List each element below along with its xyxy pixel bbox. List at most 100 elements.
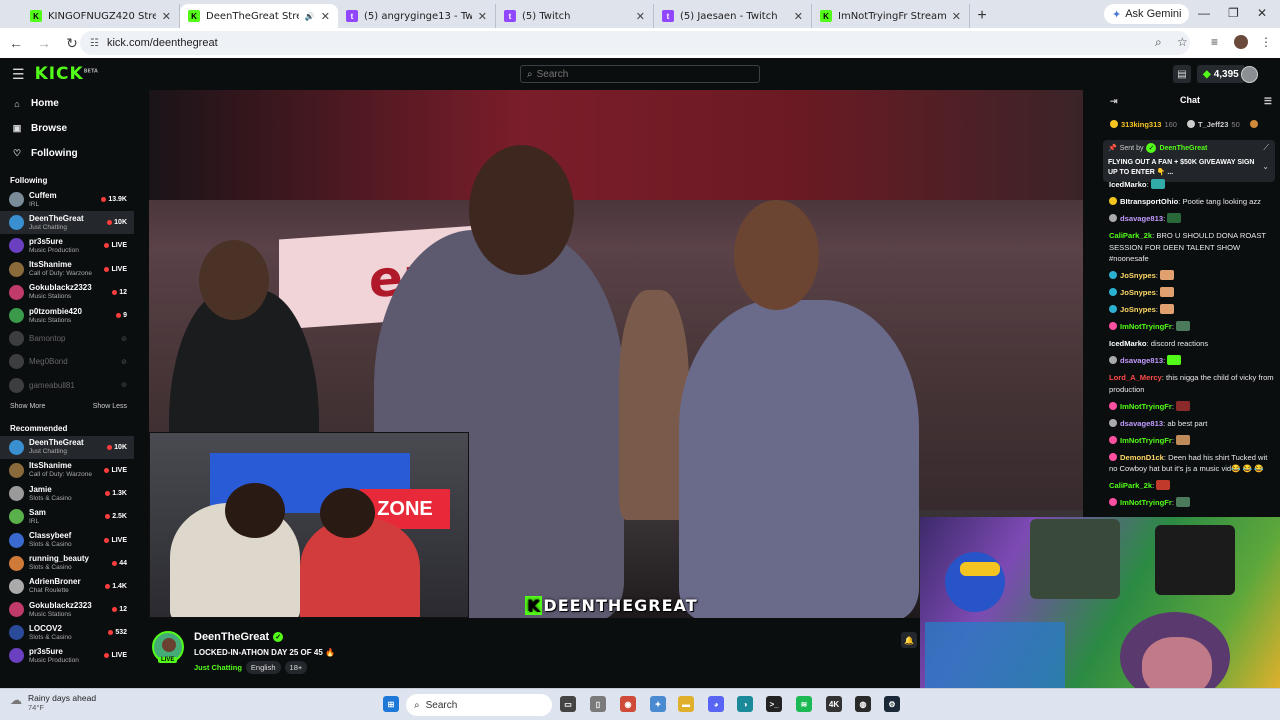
- minimize-icon[interactable]: —: [1198, 6, 1210, 20]
- close-tab-icon[interactable]: ✕: [162, 10, 171, 23]
- chat-username[interactable]: dsavage813: [1120, 214, 1163, 223]
- pinned-message[interactable]: 📌 Sent by ✓ DeenTheGreat FLYING OUT A FAN +…: [1103, 140, 1275, 182]
- channel-item[interactable]: Meg0Bond ⊘: [0, 350, 134, 373]
- chat-username[interactable]: JoSnypes: [1120, 305, 1156, 314]
- start-icon[interactable]: ⊞: [383, 696, 399, 712]
- terminal-icon[interactable]: >_: [766, 696, 782, 712]
- taskbar-search[interactable]: ⌕ Search: [406, 694, 552, 716]
- chat-username[interactable]: IcedMarko: [1109, 339, 1147, 348]
- channel-item[interactable]: Bamontop ⊘: [0, 327, 134, 350]
- new-tab-button[interactable]: +: [970, 7, 994, 25]
- channel-item[interactable]: p0tzombie420 Music Stations 9: [0, 304, 134, 327]
- close-tab-icon[interactable]: ✕: [478, 10, 487, 23]
- restore-icon[interactable]: ❐: [1228, 6, 1239, 20]
- search-bar[interactable]: ⌕: [520, 65, 760, 83]
- chat-username[interactable]: ImNotTryingFr: [1120, 322, 1172, 331]
- gifter-item[interactable]: T_Jeff23 50: [1186, 120, 1240, 129]
- copilot-icon[interactable]: ✦: [650, 696, 666, 712]
- channel-name[interactable]: DeenTheGreat: [194, 631, 269, 643]
- channel-item[interactable]: Sam IRL 2.5K: [0, 505, 134, 528]
- taskview-icon[interactable]: ▭: [560, 696, 576, 712]
- spotify-icon[interactable]: ≋: [796, 696, 812, 712]
- channel-item[interactable]: ItsShanime Call of Duty: Warzone LIVE: [0, 459, 134, 482]
- browser-tab[interactable]: K KINGOFNUGZ420 Stream - Wa ✕: [22, 4, 180, 28]
- channel-item[interactable]: Jamie Slots & Casino 1.3K: [0, 482, 134, 505]
- chat-username[interactable]: DemonD1ck: [1120, 453, 1164, 462]
- close-tab-icon[interactable]: ✕: [321, 10, 330, 23]
- back-icon[interactable]: ←: [4, 35, 28, 51]
- browser-tab[interactable]: t (5) angryginge13 - Twitch ✕: [338, 4, 496, 28]
- close-tab-icon[interactable]: ✕: [794, 10, 803, 23]
- chat-username[interactable]: CaliPark_2k: [1109, 481, 1152, 490]
- audio-icon[interactable]: 🔊: [305, 12, 315, 21]
- channel-item[interactable]: LOCOV2 Slots & Casino 532: [0, 621, 134, 644]
- channel-item[interactable]: gameabull81 ⊘: [0, 374, 134, 397]
- channel-item[interactable]: DeenTheGreat Just Chatting 10K: [0, 435, 134, 459]
- explorer-icon[interactable]: ▬: [678, 696, 694, 712]
- kick-logo[interactable]: KICKBETA: [35, 64, 98, 84]
- chat-username[interactable]: dsavage813: [1120, 356, 1163, 365]
- browser-tab[interactable]: t (5) Jaesaen - Twitch ✕: [654, 4, 812, 28]
- steam-icon[interactable]: ⚙: [884, 696, 900, 712]
- channel-item[interactable]: Gokublackz2323 Music Stations 12: [0, 281, 134, 304]
- channel-item[interactable]: pr3s5ure Music Production LIVE: [0, 234, 134, 257]
- browser-tab[interactable]: K DeenTheGreat Stream - Wa 🔊 ✕: [180, 4, 338, 28]
- channel-item[interactable]: Classybeef Slots & Casino LIVE: [0, 528, 134, 551]
- reading-list-icon[interactable]: ≡: [1211, 35, 1218, 49]
- channel-item[interactable]: Gokublackz2323 Music Stations 12: [0, 598, 134, 621]
- channel-item[interactable]: Cuffem IRL 13.9K: [0, 188, 134, 211]
- file-icon[interactable]: ▯: [590, 696, 606, 712]
- site-info-icon[interactable]: ☷: [90, 38, 99, 49]
- weather-widget[interactable]: ☁ Rainy days ahead 74°F: [10, 693, 96, 713]
- browser-tab[interactable]: K ImNotTryingFr Stream - Watch ✕: [812, 4, 970, 28]
- ask-gemini-button[interactable]: ✦ Ask Gemini: [1104, 4, 1190, 24]
- chat-users-icon[interactable]: ☰: [1264, 96, 1272, 107]
- unpin-icon[interactable]: ⟋: [1263, 143, 1269, 153]
- chat-username[interactable]: Lord_A_Mercy: [1109, 373, 1162, 382]
- 4k-icon[interactable]: 4K: [826, 696, 842, 712]
- chrome-icon[interactable]: ◉: [620, 696, 636, 712]
- bookmark-star-icon[interactable]: ☆: [1177, 35, 1188, 49]
- channel-item[interactable]: running_beauty Slots & Casino 44: [0, 552, 134, 575]
- close-tab-icon[interactable]: ✕: [636, 10, 645, 23]
- chat-username[interactable]: JoSnypes: [1120, 271, 1156, 280]
- nav-following[interactable]: ♡ Following: [0, 141, 134, 166]
- collapse-chat-icon[interactable]: ⇥: [1110, 96, 1118, 107]
- notification-bell-icon[interactable]: 🔔: [901, 632, 917, 648]
- channel-item[interactable]: DeenTheGreat Just Chatting 10K: [0, 211, 134, 235]
- show-less-button[interactable]: Show Less: [93, 403, 127, 410]
- browser-tab[interactable]: t (5) Twitch ✕: [496, 4, 654, 28]
- edge-icon[interactable]: ◑: [737, 696, 753, 712]
- stream-manager-icon[interactable]: ▤: [1173, 65, 1191, 83]
- nav-home[interactable]: ⌂ Home: [0, 91, 134, 116]
- user-avatar[interactable]: [1241, 66, 1258, 83]
- forward-icon[interactable]: →: [32, 35, 56, 51]
- close-window-icon[interactable]: ✕: [1257, 6, 1267, 20]
- hamburger-menu-icon[interactable]: ☰: [12, 66, 25, 83]
- tag-language[interactable]: English: [245, 661, 281, 674]
- show-more-button[interactable]: Show More: [10, 403, 45, 410]
- gifter-more-icon[interactable]: [1249, 120, 1258, 128]
- chat-username[interactable]: ImNotTryingFr: [1120, 498, 1172, 507]
- close-tab-icon[interactable]: ✕: [952, 10, 961, 23]
- chat-username[interactable]: ImNotTryingFr: [1120, 436, 1172, 445]
- expand-pinned-icon[interactable]: ⌄: [1262, 162, 1269, 171]
- channel-item[interactable]: ItsShanime Call of Duty: Warzone LIVE: [0, 258, 134, 281]
- chat-username[interactable]: BItransportOhio: [1120, 197, 1178, 206]
- obs-icon[interactable]: ◍: [855, 696, 871, 712]
- kicks-balance-button[interactable]: ◆ 4,395: [1197, 65, 1245, 83]
- stream-category[interactable]: Just Chatting: [194, 663, 242, 672]
- chat-username[interactable]: JoSnypes: [1120, 288, 1156, 297]
- profile-avatar[interactable]: [1234, 35, 1248, 52]
- browser-menu-icon[interactable]: ⋮: [1260, 35, 1272, 49]
- search-input[interactable]: [536, 68, 737, 80]
- chat-username[interactable]: ImNotTryingFr: [1120, 402, 1172, 411]
- discord-icon[interactable]: ◕: [708, 696, 724, 712]
- gifter-item[interactable]: 313king313 160: [1110, 120, 1177, 129]
- channel-item[interactable]: AdrienBroner Chat Roulette 1.4K: [0, 575, 134, 598]
- zoom-icon[interactable]: ⌕: [1155, 35, 1162, 50]
- chat-username[interactable]: CaliPark_2k: [1109, 231, 1152, 240]
- url-field[interactable]: ☷ kick.com/deenthegreat: [80, 31, 1190, 55]
- channel-item[interactable]: pr3s5ure Music Production LIVE: [0, 644, 134, 667]
- chat-username[interactable]: IcedMarko: [1109, 180, 1147, 189]
